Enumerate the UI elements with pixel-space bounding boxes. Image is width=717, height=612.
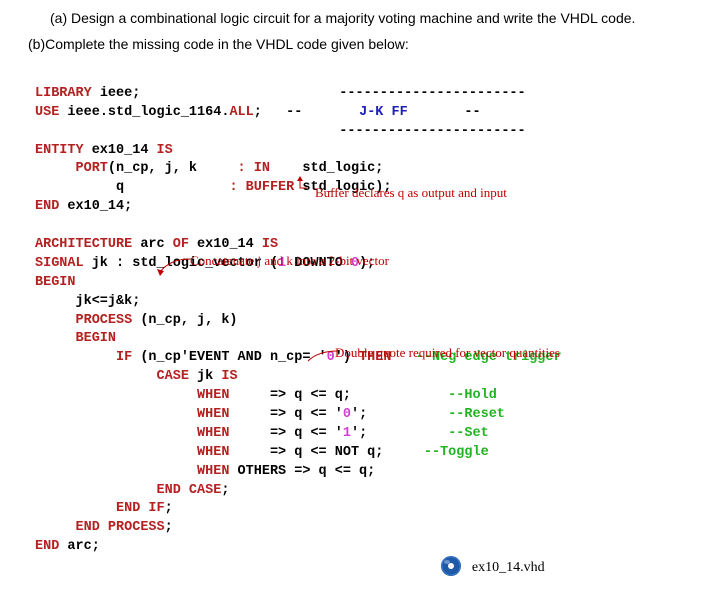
kw-use: USE xyxy=(35,105,59,120)
question-a: (a) Design a combinational logic circuit… xyxy=(20,10,697,26)
txt: -- xyxy=(262,105,303,120)
txt: ; xyxy=(254,105,262,120)
txt: jk<=j&k; xyxy=(35,294,140,309)
comment: --Set xyxy=(367,426,489,441)
txt: OTHERS xyxy=(229,464,294,479)
kw-when: WHEN xyxy=(35,407,270,422)
kw-case: CASE xyxy=(35,369,189,384)
kw-end: END xyxy=(35,539,59,554)
txt: ex10_14 xyxy=(189,237,262,252)
txt: => q <= q; xyxy=(270,388,351,403)
kw-all: ALL xyxy=(229,105,253,120)
txt: arc xyxy=(132,237,173,252)
kw-when: WHEN xyxy=(35,445,270,460)
txt: jk xyxy=(189,369,221,384)
kw-in: : IN xyxy=(197,161,270,176)
txt: (n_cp, j, k) xyxy=(132,313,237,328)
buffer-arrow-icon xyxy=(295,176,315,196)
txt: => q <= q; xyxy=(294,464,375,479)
comment: --Hold xyxy=(351,388,497,403)
file-reference: ex10_14.vhd xyxy=(440,555,545,580)
kw-endprocess: END PROCESS xyxy=(35,520,165,535)
disc-icon xyxy=(440,555,462,580)
txt: ieee; xyxy=(92,86,141,101)
kw-library: LIBRARY xyxy=(35,86,92,101)
comment: --Reset xyxy=(367,407,505,422)
dashes: ----------------------- xyxy=(315,85,526,104)
txt: arc; xyxy=(59,539,100,554)
txt: ex10_14; xyxy=(59,199,132,214)
kw-of: OF xyxy=(173,237,189,252)
txt: std_logic; xyxy=(270,161,383,176)
txt: (n_cp'EVENT AND n_cp= ' xyxy=(132,350,326,365)
kw-is: IS xyxy=(262,237,278,252)
txt: ; xyxy=(221,483,229,498)
kw-is: IS xyxy=(157,143,173,158)
anno-buffer: Buffer declares q as output and input xyxy=(315,184,507,202)
num: 1 xyxy=(343,426,351,441)
kw-process: PROCESS xyxy=(35,313,132,328)
kw-if: IF xyxy=(35,350,132,365)
kw-when: WHEN xyxy=(35,426,270,441)
vhdl-code: LIBRARY ieee; ----------------------- US… xyxy=(35,66,697,557)
kw-begin: BEGIN xyxy=(35,331,116,346)
txt: '; xyxy=(351,407,367,422)
kw-end: END xyxy=(35,199,59,214)
file-name: ex10_14.vhd xyxy=(472,560,545,575)
comment: --Toggle xyxy=(383,445,488,460)
anno-dquote: Double quote required for vector quantit… xyxy=(335,344,560,362)
kw-port: PORT xyxy=(35,161,108,176)
kw-endif: END IF xyxy=(35,501,165,516)
txt: (n_cp, j, k xyxy=(108,161,197,176)
txt: ; xyxy=(165,501,173,516)
txt: => q <= NOT q; xyxy=(270,445,383,460)
num: 0 xyxy=(343,407,351,422)
txt: ieee.std_logic_1164. xyxy=(59,105,229,120)
kw-signal: SIGNAL xyxy=(35,256,84,271)
question-b: (b)Complete the missing code in the VHDL… xyxy=(20,36,697,52)
txt: => q <= ' xyxy=(270,407,343,422)
kw-when: WHEN xyxy=(35,388,270,403)
txt: -- xyxy=(408,105,481,120)
kw-jkff: J-K FF xyxy=(302,105,407,120)
kw-when: WHEN xyxy=(35,464,229,479)
kw-is: IS xyxy=(221,369,237,384)
concat-arrow-icon xyxy=(155,254,195,274)
txt: => q <= ' xyxy=(270,426,343,441)
dashes: ----------------------- xyxy=(315,123,526,142)
kw-entity: ENTITY xyxy=(35,143,84,158)
txt: ; xyxy=(165,520,173,535)
txt: ex10_14 xyxy=(84,143,157,158)
txt: q xyxy=(35,180,124,195)
kw-endcase: END CASE xyxy=(35,483,221,498)
kw-architecture: ARCHITECTURE xyxy=(35,237,132,252)
anno-concat: Concatenate j and k into a 2-bit vector xyxy=(190,252,389,270)
txt: '; xyxy=(351,426,367,441)
kw-buffer: : BUFFER xyxy=(124,180,294,195)
kw-begin: BEGIN xyxy=(35,275,76,290)
